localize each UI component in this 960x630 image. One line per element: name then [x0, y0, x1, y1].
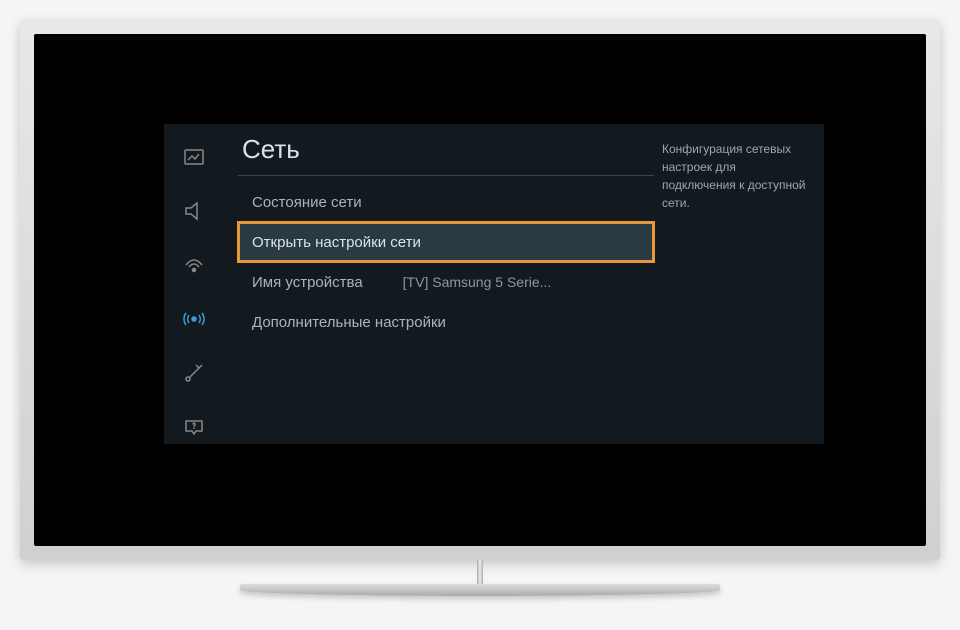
menu-item-device-name[interactable]: Имя устройства [TV] Samsung 5 Serie...	[238, 262, 654, 302]
tv-stand-base	[240, 584, 720, 596]
tv-frame: Сеть Состояние сети Открыть настройки се…	[20, 20, 940, 560]
panel-title: Сеть	[238, 134, 654, 176]
menu-item-value: [TV] Samsung 5 Serie...	[403, 274, 552, 290]
support-icon[interactable]	[181, 414, 207, 440]
menu-item-label: Состояние сети	[252, 194, 362, 211]
tv-screen: Сеть Состояние сети Открыть настройки се…	[34, 34, 926, 546]
menu-item-label: Открыть настройки сети	[252, 234, 421, 251]
settings-menu: Сеть Состояние сети Открыть настройки се…	[164, 124, 824, 444]
main-panel: Сеть Состояние сети Открыть настройки се…	[224, 124, 654, 444]
menu-item-label: Имя устройства	[252, 274, 363, 291]
picture-icon[interactable]	[181, 144, 207, 170]
system-icon[interactable]	[181, 360, 207, 386]
menu-item-advanced-settings[interactable]: Дополнительные настройки	[238, 302, 654, 342]
description-panel: Конфигурация сетевых настроек для подклю…	[654, 124, 824, 444]
menu-item-label: Дополнительные настройки	[252, 314, 446, 331]
tv-stand-neck	[477, 560, 483, 584]
network-icon[interactable]	[181, 306, 207, 332]
settings-sidebar	[164, 124, 224, 444]
sound-icon[interactable]	[181, 198, 207, 224]
tv-unit: Сеть Состояние сети Открыть настройки се…	[20, 20, 940, 596]
description-text: Конфигурация сетевых настроек для подклю…	[662, 142, 806, 210]
menu-item-open-network-settings[interactable]: Открыть настройки сети	[238, 222, 654, 262]
menu-item-network-status[interactable]: Состояние сети	[238, 182, 654, 222]
broadcasting-icon[interactable]	[181, 252, 207, 278]
